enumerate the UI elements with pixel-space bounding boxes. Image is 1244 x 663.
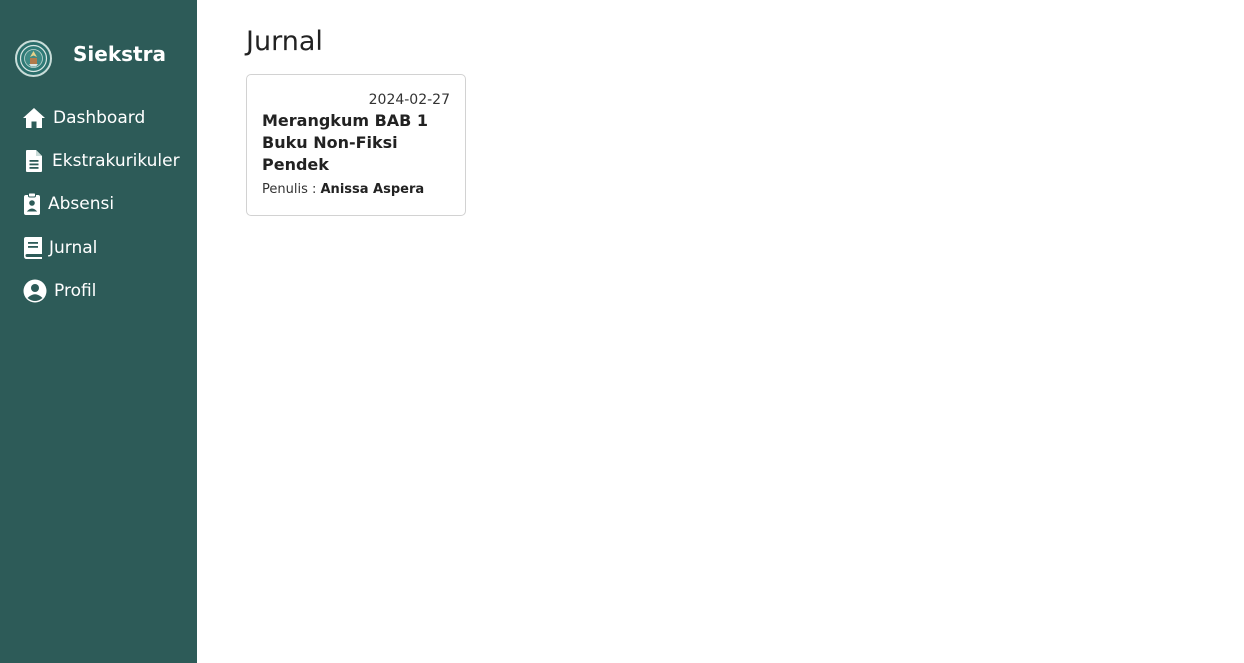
author-label: Penulis : bbox=[262, 182, 321, 197]
journal-date: 2024-02-27 bbox=[368, 92, 450, 108]
sidebar-item-jurnal[interactable]: Jurnal bbox=[22, 233, 97, 263]
journal-card[interactable]: 2024-02-27 Merangkum BAB 1 Buku Non-Fiks… bbox=[246, 74, 466, 216]
book-icon bbox=[23, 236, 43, 260]
page-title: Jurnal bbox=[246, 26, 323, 57]
app-root: Siekstra Dashboard Ekstrakurikuler Absen… bbox=[0, 0, 1244, 663]
sidebar-item-absensi[interactable]: Absensi bbox=[22, 189, 114, 219]
app-name: Siekstra bbox=[73, 42, 166, 66]
sidebar-item-ekstrakurikuler[interactable]: Ekstrakurikuler bbox=[22, 146, 180, 176]
sidebar-item-profil[interactable]: Profil bbox=[22, 276, 96, 306]
home-icon bbox=[22, 107, 46, 129]
sidebar-item-label: Absensi bbox=[48, 194, 115, 214]
journal-author: Penulis : Anissa Aspera bbox=[262, 181, 424, 199]
file-icon bbox=[25, 149, 43, 173]
sidebar-item-label: Jurnal bbox=[49, 238, 98, 258]
brand[interactable]: Siekstra bbox=[15, 38, 166, 78]
author-name: Anissa Aspera bbox=[320, 182, 425, 197]
sidebar-item-label: Profil bbox=[54, 281, 97, 301]
journal-title: Merangkum BAB 1 Buku Non-Fiksi Pendek bbox=[262, 111, 429, 174]
school-emblem-icon bbox=[15, 39, 52, 77]
sidebar-item-label: Dashboard bbox=[53, 108, 146, 128]
user-circle-icon bbox=[23, 279, 47, 303]
sidebar: Siekstra Dashboard Ekstrakurikuler Absen… bbox=[0, 0, 197, 663]
sidebar-item-label: Ekstrakurikuler bbox=[52, 151, 180, 171]
clipboard-user-icon bbox=[23, 192, 41, 216]
sidebar-item-dashboard[interactable]: Dashboard bbox=[22, 103, 145, 133]
